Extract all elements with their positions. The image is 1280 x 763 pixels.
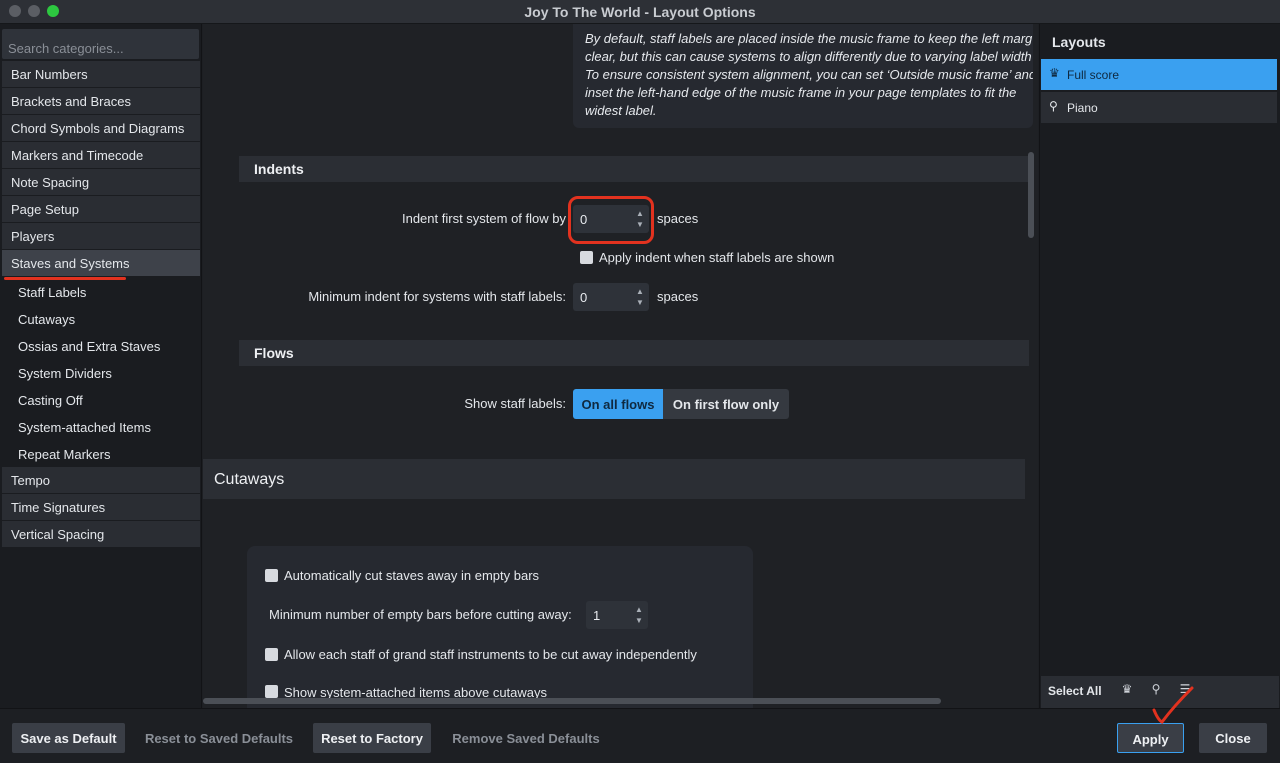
apply-indent-label: Apply indent when staff labels are shown (599, 250, 835, 265)
info-line: inset the left-hand edge of the music fr… (585, 85, 1017, 100)
subcategory-system-attached-items[interactable]: System-attached Items (2, 414, 200, 440)
min-empty-bars-label: Minimum number of empty bars before cutt… (269, 607, 572, 622)
info-line: widest label. (585, 103, 657, 118)
subcategory-casting-off[interactable]: Casting Off (2, 387, 200, 413)
annotation-underline (4, 277, 126, 280)
staff-labels-info-text: By default, staff labels are placed insi… (573, 24, 1033, 128)
subcategory-staff-labels[interactable]: Staff Labels (2, 279, 200, 305)
min-empty-bars-input[interactable] (586, 601, 632, 629)
category-bar-numbers[interactable]: Bar Numbers (2, 61, 200, 87)
layout-item-piano[interactable]: ⚲ Piano (1041, 92, 1277, 123)
category-staves-systems[interactable]: Staves and Systems (2, 250, 200, 276)
grand-staff-label: Allow each staff of grand staff instrume… (284, 647, 697, 662)
reset-saved-defaults-button[interactable]: Reset to Saved Defaults (138, 723, 300, 753)
min-indent-stepper[interactable]: ▲▼ (573, 283, 649, 311)
search-input[interactable] (2, 29, 199, 59)
category-page-setup[interactable]: Page Setup (2, 196, 200, 222)
category-players[interactable]: Players (2, 223, 200, 249)
category-sidebar: Bar Numbers Brackets and Braces Chord Sy… (0, 24, 202, 708)
close-button[interactable]: Close (1199, 723, 1267, 753)
min-indent-input[interactable] (573, 283, 633, 311)
apply-button[interactable]: Apply (1117, 723, 1184, 753)
min-indent-label: Minimum indent for systems with staff la… (308, 289, 566, 304)
info-line: By default, staff labels are placed insi… (585, 31, 1033, 46)
category-brackets-braces[interactable]: Brackets and Braces (2, 88, 200, 114)
indent-first-unit: spaces (657, 211, 699, 226)
subcategory-repeat-markers[interactable]: Repeat Markers (2, 441, 200, 467)
indent-first-label: Indent first system of flow by (401, 211, 566, 226)
info-line: clear, but this can cause systems to ali… (585, 49, 1032, 64)
layouts-heading: Layouts (1052, 34, 1106, 50)
category-vertical-spacing[interactable]: Vertical Spacing (2, 521, 200, 547)
annotation-checkmark-icon (1152, 686, 1194, 724)
select-full-score-icon[interactable]: ♛ (1116, 682, 1138, 702)
grand-staff-checkbox[interactable] (265, 648, 278, 661)
cutaways-group: Automatically cut staves away in empty b… (247, 546, 753, 708)
on-all-flows-option[interactable]: On all flows (573, 389, 663, 419)
layout-item-full-score[interactable]: ♛ Full score (1041, 59, 1277, 90)
layouts-panel: Layouts ♛ Full score ⚲ Piano Select All … (1039, 24, 1280, 708)
show-staff-labels-label: Show staff labels: (464, 396, 566, 411)
save-as-default-button[interactable]: Save as Default (12, 723, 125, 753)
flows-heading: Flows (239, 340, 1029, 366)
vertical-scrollbar[interactable] (1028, 152, 1034, 238)
subcategory-ossias[interactable]: Ossias and Extra Staves (2, 333, 200, 359)
stepper-arrows-icon[interactable]: ▲ ▼ (634, 604, 644, 626)
part-icon: ⚲ (1049, 99, 1058, 113)
category-tempo[interactable]: Tempo (2, 467, 200, 493)
annotation-highlight-box (568, 196, 654, 244)
reset-to-factory-button[interactable]: Reset to Factory (313, 723, 431, 753)
on-first-flow-only-option[interactable]: On first flow only (663, 389, 789, 419)
full-score-icon: ♛ (1049, 66, 1060, 80)
options-panel: By default, staff labels are placed insi… (203, 24, 1038, 708)
cutaways-heading: Cutaways (203, 459, 1025, 499)
show-items-checkbox[interactable] (265, 685, 278, 698)
layout-item-label: Piano (1067, 101, 1098, 115)
layout-item-label: Full score (1067, 68, 1120, 82)
category-markers-timecode[interactable]: Markers and Timecode (2, 142, 200, 168)
remove-saved-defaults-button[interactable]: Remove Saved Defaults (444, 723, 608, 753)
min-indent-unit: spaces (657, 289, 699, 304)
indents-heading: Indents (239, 156, 1029, 182)
footer-bar: Save as Default Reset to Saved Defaults … (0, 708, 1280, 763)
window-title: Joy To The World - Layout Options (524, 4, 756, 20)
select-all-button[interactable]: Select All (1048, 684, 1102, 698)
auto-cut-checkbox[interactable] (265, 569, 278, 582)
category-chord-symbols[interactable]: Chord Symbols and Diagrams (2, 115, 200, 141)
min-empty-bars-stepper[interactable]: ▲▼ (586, 601, 648, 629)
category-note-spacing[interactable]: Note Spacing (2, 169, 200, 195)
apply-indent-checkbox[interactable] (580, 251, 593, 264)
auto-cut-label: Automatically cut staves away in empty b… (284, 568, 540, 583)
category-time-signatures[interactable]: Time Signatures (2, 494, 200, 520)
title-bar: Joy To The World - Layout Options (0, 0, 1280, 24)
stepper-arrows-icon[interactable]: ▲ ▼ (635, 286, 645, 308)
info-line: To ensure consistent system alignment, y… (585, 67, 1033, 82)
horizontal-scrollbar[interactable] (203, 698, 941, 704)
subcategory-system-dividers[interactable]: System Dividers (2, 360, 200, 386)
subcategory-cutaways[interactable]: Cutaways (2, 306, 200, 332)
